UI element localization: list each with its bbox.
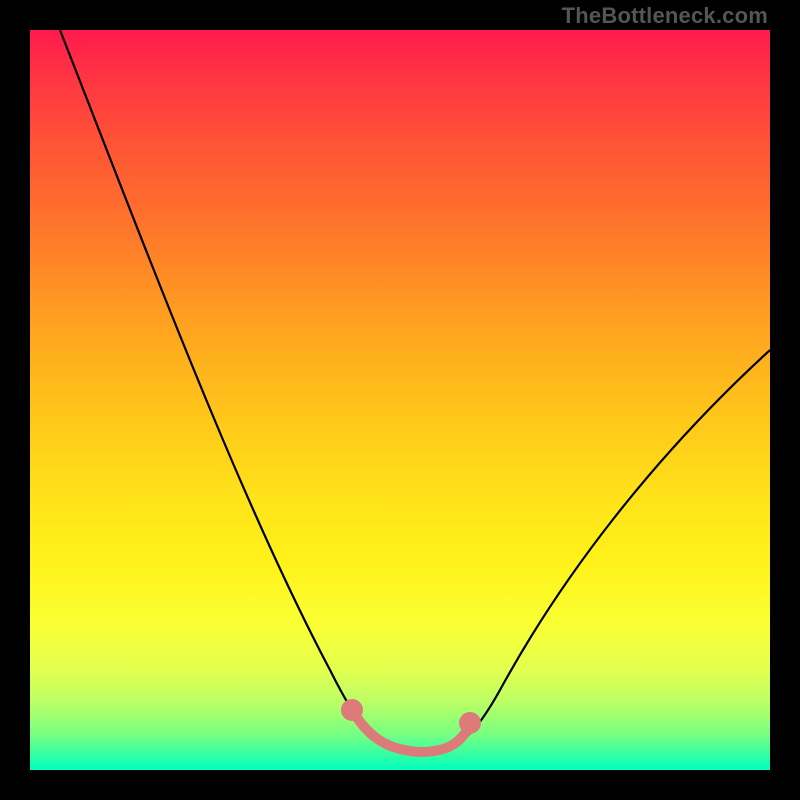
- chart-gradient-background: [30, 30, 770, 770]
- watermark-text: TheBottleneck.com: [562, 3, 768, 29]
- chart-frame: [30, 30, 770, 770]
